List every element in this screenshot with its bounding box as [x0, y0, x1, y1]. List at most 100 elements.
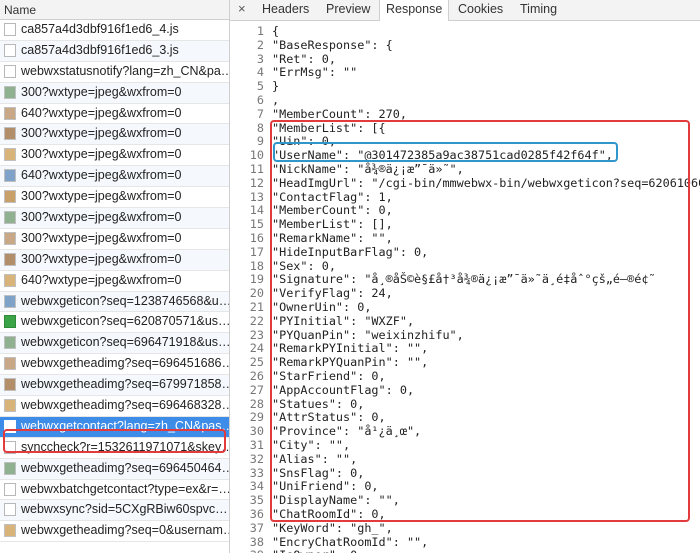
- image-icon: [4, 211, 16, 225]
- request-row[interactable]: 640?wxtype=jpeg&wxfrom=0: [0, 271, 229, 292]
- code-line: 16 "RemarkName": "",: [230, 231, 700, 245]
- line-number: 15: [249, 217, 264, 232]
- line-text: "PYInitial": "WXZF",: [272, 313, 415, 328]
- code-line: 33 "SnsFlag": 0,: [230, 466, 700, 480]
- file-icon: [4, 43, 16, 57]
- request-name: 300?wxtype=jpeg&wxfrom=0: [21, 210, 182, 225]
- image-icon: [4, 524, 16, 538]
- request-row[interactable]: ca857a4d3dbf916f1ed6_3.js: [0, 40, 229, 62]
- line-number: 24: [249, 341, 264, 356]
- image-icon: [4, 378, 16, 392]
- line-number: 37: [249, 520, 264, 535]
- request-row[interactable]: 300?wxtype=jpeg&wxfrom=0: [0, 82, 229, 104]
- request-row[interactable]: webwxgetheadimg?seq=679971858…: [0, 375, 229, 397]
- line-number: 2: [256, 37, 264, 52]
- line-number: 18: [249, 258, 264, 273]
- request-row[interactable]: webwxgeticon?seq=1238746568&u…: [0, 291, 229, 313]
- code-line: 12 "HeadImgUrl": "/cgi-bin/mmwebwx-bin/we…: [230, 176, 700, 190]
- line-text: "KeyWord": "gh_",: [272, 520, 393, 535]
- request-name: webwxstatusnotify?lang=zh_CN&pa…: [21, 63, 229, 78]
- code-line: 31 "City": "",: [230, 438, 700, 452]
- request-row[interactable]: webwxgetheadimg?seq=696468328…: [0, 396, 229, 417]
- line-text: "ErrMsg": "": [272, 65, 358, 80]
- line-number: 21: [249, 300, 264, 314]
- devtools-network-panel: Name ca857a4d3dbf916f1ed6_4.js ca857a4d3d…: [0, 0, 700, 553]
- request-row[interactable]: 300?wxtype=jpeg&wxfrom=0: [0, 249, 229, 271]
- tab-cookies[interactable]: Cookies: [452, 0, 509, 20]
- request-name: 640?wxtype=jpeg&wxfrom=0: [21, 105, 182, 120]
- line-text: "Sex": 0,: [272, 258, 336, 273]
- request-row[interactable]: 300?wxtype=jpeg&wxfrom=0: [0, 187, 229, 209]
- request-row[interactable]: webwxgeticon?seq=620870571&us…: [0, 312, 229, 334]
- line-text: "RemarkPYQuanPin": "",: [272, 355, 429, 370]
- file-icon: [4, 23, 16, 36]
- request-row[interactable]: webwxgetheadimg?seq=696450464…: [0, 458, 229, 480]
- code-line: 4 "ErrMsg": "": [230, 65, 700, 79]
- request-name: webwxgeticon?seq=620870571&us…: [21, 314, 229, 329]
- code-line: 9 "Uin": 0,: [230, 134, 700, 148]
- line-number: 32: [249, 451, 264, 466]
- tab-timing[interactable]: Timing: [514, 0, 563, 20]
- image-icon: [4, 85, 16, 99]
- line-number: 10: [249, 148, 264, 163]
- code-line: 18 "Sex": 0,: [230, 259, 700, 273]
- line-text: ,: [272, 93, 280, 107]
- image-icon: [4, 127, 16, 141]
- image-icon: [4, 273, 16, 287]
- line-number: 23: [249, 327, 264, 342]
- request-row[interactable]: 300?wxtype=jpeg&wxfrom=0: [0, 229, 229, 250]
- request-row[interactable]: webwxgetcontact?lang=zh_CN&pas…: [0, 416, 229, 438]
- line-text: "City": "",: [272, 438, 351, 452]
- request-row[interactable]: 640?wxtype=jpeg&wxfrom=0: [0, 104, 229, 125]
- tab-headers[interactable]: Headers: [256, 0, 315, 20]
- file-icon: [4, 419, 16, 433]
- code-line: 21 "OwnerUin": 0,: [230, 300, 700, 314]
- line-text: "EncryChatRoomId": "",: [272, 534, 429, 549]
- code-line: 6,: [230, 93, 700, 107]
- close-icon[interactable]: ×: [238, 1, 246, 16]
- request-name: webwxsync?sid=5CXgRBiw60spvc…: [21, 502, 228, 517]
- request-name: 300?wxtype=jpeg&wxfrom=0: [21, 189, 182, 204]
- line-text: "HeadImgUrl": "/cgi-bin/mmwebwx-bin/webw…: [272, 175, 700, 190]
- line-number: 22: [249, 313, 264, 328]
- code-line: 24 "RemarkPYInitial": "",: [230, 341, 700, 355]
- code-line: 28 "Statues": 0,: [230, 397, 700, 411]
- line-text: "Province": "å¹¿ä¸œ",: [272, 424, 422, 439]
- request-row[interactable]: webwxsync?sid=5CXgRBiw60spvc…: [0, 500, 229, 522]
- line-text: "DisplayName": "",: [272, 493, 400, 508]
- request-row[interactable]: ca857a4d3dbf916f1ed6_4.js: [0, 20, 229, 41]
- request-row[interactable]: webwxstatusnotify?lang=zh_CN&pa…: [0, 62, 229, 83]
- code-line: 17 "HideInputBarFlag": 0,: [230, 245, 700, 259]
- code-line: 1{: [230, 24, 700, 38]
- image-icon: [4, 461, 16, 475]
- request-row[interactable]: synccheck?r=1532611971071&skey…: [0, 438, 229, 459]
- request-name: webwxgeticon?seq=1238746568&u…: [21, 293, 229, 308]
- file-icon: [4, 503, 16, 517]
- line-number: 19: [249, 272, 264, 287]
- tab-response[interactable]: Response: [379, 0, 450, 21]
- line-number: 33: [249, 465, 264, 480]
- code-line: 2 "BaseResponse": {: [230, 38, 700, 52]
- code-line: 37 "KeyWord": "gh_",: [230, 521, 700, 535]
- request-row[interactable]: webwxgeticon?seq=696471918&us…: [0, 333, 229, 355]
- request-name: ca857a4d3dbf916f1ed6_4.js: [21, 22, 179, 36]
- request-row[interactable]: webwxbatchgetcontact?type=ex&r=…: [0, 480, 229, 501]
- code-line: 15 "MemberList": [],: [230, 217, 700, 231]
- code-line: 19 "Signature": "å¸®åŠ©è§£å†³å¾®ä¿¡æ”¯ä»˜…: [230, 272, 700, 286]
- request-name: 300?wxtype=jpeg&wxfrom=0: [21, 126, 182, 141]
- name-column-header[interactable]: Name: [0, 0, 229, 20]
- code-line: 36 "ChatRoomId": 0,: [230, 507, 700, 521]
- request-row[interactable]: 300?wxtype=jpeg&wxfrom=0: [0, 145, 229, 167]
- line-number: 31: [249, 438, 264, 452]
- code-line: 29 "AttrStatus": 0,: [230, 410, 700, 424]
- request-row[interactable]: 640?wxtype=jpeg&wxfrom=0: [0, 166, 229, 188]
- request-row[interactable]: webwxgetheadimg?seq=696451686…: [0, 354, 229, 376]
- request-row[interactable]: 300?wxtype=jpeg&wxfrom=0: [0, 124, 229, 146]
- detail-tab-bar: × Headers Preview Response Cookies Timin…: [230, 0, 700, 21]
- response-body[interactable]: 1{2 "BaseResponse": {3 "Ret": 0, 4 "ErrMsg":…: [230, 21, 700, 553]
- request-name: webwxgetheadimg?seq=696451686…: [21, 356, 229, 371]
- request-row[interactable]: webwxgetheadimg?seq=0&usernam…: [0, 521, 229, 543]
- tab-preview[interactable]: Preview: [320, 0, 376, 20]
- code-line: 20 "VerifyFlag": 24,: [230, 286, 700, 300]
- request-row[interactable]: 300?wxtype=jpeg&wxfrom=0: [0, 208, 229, 229]
